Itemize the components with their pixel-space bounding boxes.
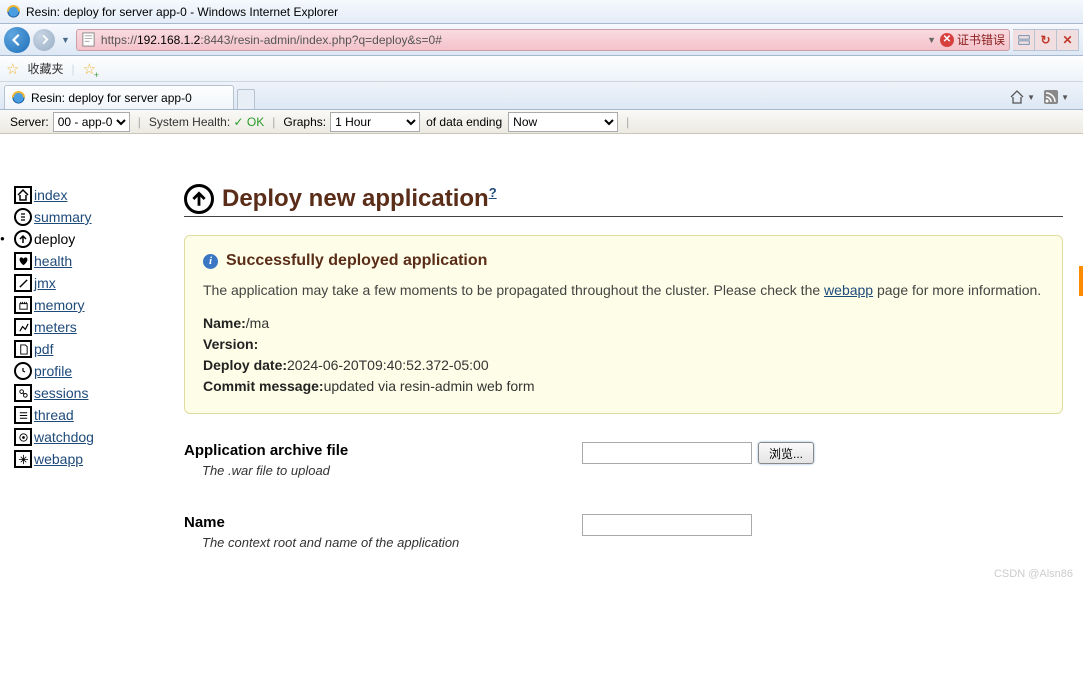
name-label: Name (184, 514, 582, 531)
server-select[interactable]: 00 - app-0 (53, 112, 130, 132)
ending-label: of data ending (420, 115, 508, 129)
window-title-bar: Resin: deploy for server app-0 - Windows… (0, 0, 1083, 24)
summary-icon (14, 208, 32, 226)
jmx-icon (14, 274, 32, 292)
sidebar-nav: index summary ●deploy health jmx memory … (14, 184, 184, 586)
chevron-down-icon: ▼ (1027, 93, 1035, 102)
address-tools: ↻ ✕ (1013, 29, 1079, 51)
help-link[interactable]: ? (489, 185, 497, 200)
tab-title: Resin: deploy for server app-0 (31, 91, 192, 105)
back-button[interactable] (4, 27, 30, 53)
archive-file-input[interactable] (582, 442, 752, 464)
tab-active[interactable]: Resin: deploy for server app-0 (4, 85, 234, 109)
webapp-link[interactable]: webapp (824, 282, 873, 298)
sidebar-item-index[interactable]: index (14, 184, 184, 206)
name-description: The context root and name of the applica… (184, 535, 582, 550)
tab-strip: Resin: deploy for server app-0 ▼ ▼ (0, 82, 1083, 110)
active-bullet-icon: ● (0, 234, 5, 243)
browse-button[interactable]: 浏览... (758, 442, 814, 464)
sidebar-item-deploy[interactable]: ●deploy (14, 228, 184, 250)
heart-icon (14, 252, 32, 270)
sidebar-item-memory[interactable]: memory (14, 294, 184, 316)
health-check-icon: ✓ (230, 115, 247, 129)
forward-button[interactable] (33, 29, 55, 51)
feeds-button[interactable]: ▼ (1043, 89, 1069, 105)
archive-description: The .war file to upload (184, 463, 582, 478)
browser-nav-bar: ▼ https://192.168.1.2:8443/resin-admin/i… (0, 24, 1083, 56)
alert-body: The application may take a few moments t… (203, 280, 1044, 301)
page-heading-row: Deploy new application? (184, 184, 1063, 217)
decorative-stripe (1079, 266, 1083, 296)
watchdog-icon (14, 428, 32, 446)
stop-button[interactable]: ✕ (1057, 29, 1079, 51)
sidebar-item-sessions[interactable]: sessions (14, 382, 184, 404)
alert-title: Successfully deployed application (226, 252, 487, 270)
health-label: System Health: (149, 115, 230, 129)
favorites-label[interactable]: 收藏夹 (27, 60, 63, 77)
archive-label: Application archive file (184, 442, 582, 459)
ie-icon (6, 4, 21, 19)
name-input[interactable] (582, 514, 752, 536)
add-favorite-icon[interactable]: ☆+ (83, 60, 96, 78)
info-icon: i (203, 254, 218, 269)
archive-field-row: Application archive file The .war file t… (184, 442, 1063, 478)
graphs-range-select[interactable]: 1 Hour (330, 112, 420, 132)
success-alert: i Successfully deployed application The … (184, 235, 1063, 414)
link-icon (14, 384, 32, 402)
sidebar-item-jmx[interactable]: jmx (14, 272, 184, 294)
url-text: https://192.168.1.2:8443/resin-admin/ind… (101, 33, 927, 47)
home-icon (14, 186, 32, 204)
snowflake-icon (14, 450, 32, 468)
favorites-star-icon[interactable]: ☆ (6, 60, 19, 78)
sidebar-item-summary[interactable]: summary (14, 206, 184, 228)
memory-icon (14, 296, 32, 314)
window-title: Resin: deploy for server app-0 - Windows… (26, 5, 338, 19)
watermark: CSDN @Alsn86 (994, 568, 1073, 580)
sidebar-item-pdf[interactable]: pdf (14, 338, 184, 360)
clock-icon (14, 362, 32, 380)
cert-error-icon: ✕ (940, 33, 954, 47)
graphs-label: Graphs: (283, 115, 330, 129)
document-icon (14, 340, 32, 358)
name-field-row: Name The context root and name of the ap… (184, 514, 1063, 550)
ie-icon (11, 90, 26, 105)
address-dropdown-icon[interactable]: ▼ (927, 35, 936, 45)
server-label: Server: (10, 115, 53, 129)
chevron-down-icon: ▼ (1061, 93, 1069, 102)
sidebar-item-watchdog[interactable]: watchdog (14, 426, 184, 448)
page-content: Server: 00 - app-0 | System Health: ✓ OK… (0, 110, 1083, 586)
sidebar-item-meters[interactable]: meters (14, 316, 184, 338)
sidebar-item-health[interactable]: health (14, 250, 184, 272)
new-tab-button[interactable] (237, 89, 255, 109)
certificate-error[interactable]: ✕ 证书错误 (940, 31, 1005, 48)
graphs-ending-select[interactable]: Now (508, 112, 618, 132)
sidebar-item-webapp[interactable]: webapp (14, 448, 184, 470)
deploy-metadata: Name:/ma Version: Deploy date:2024-06-20… (203, 313, 1044, 397)
address-bar[interactable]: https://192.168.1.2:8443/resin-admin/ind… (76, 29, 1010, 51)
sidebar-item-profile[interactable]: profile (14, 360, 184, 382)
resin-status-bar: Server: 00 - app-0 | System Health: ✓ OK… (0, 110, 1083, 134)
chart-icon (14, 318, 32, 336)
home-button[interactable]: ▼ (1009, 89, 1035, 105)
nav-history-dropdown[interactable]: ▼ (58, 35, 73, 45)
page-title: Deploy new application? (222, 185, 497, 213)
page-icon (81, 32, 97, 48)
upload-icon (14, 230, 32, 248)
main-panel: Deploy new application? i Successfully d… (184, 184, 1083, 586)
thread-icon (14, 406, 32, 424)
favorites-bar: ☆ 收藏夹 | ☆+ (0, 56, 1083, 82)
refresh-button[interactable]: ↻ (1035, 29, 1057, 51)
upload-icon (184, 184, 214, 214)
health-status: OK (247, 115, 264, 129)
sidebar-item-thread[interactable]: thread (14, 404, 184, 426)
compat-view-button[interactable] (1013, 29, 1035, 51)
